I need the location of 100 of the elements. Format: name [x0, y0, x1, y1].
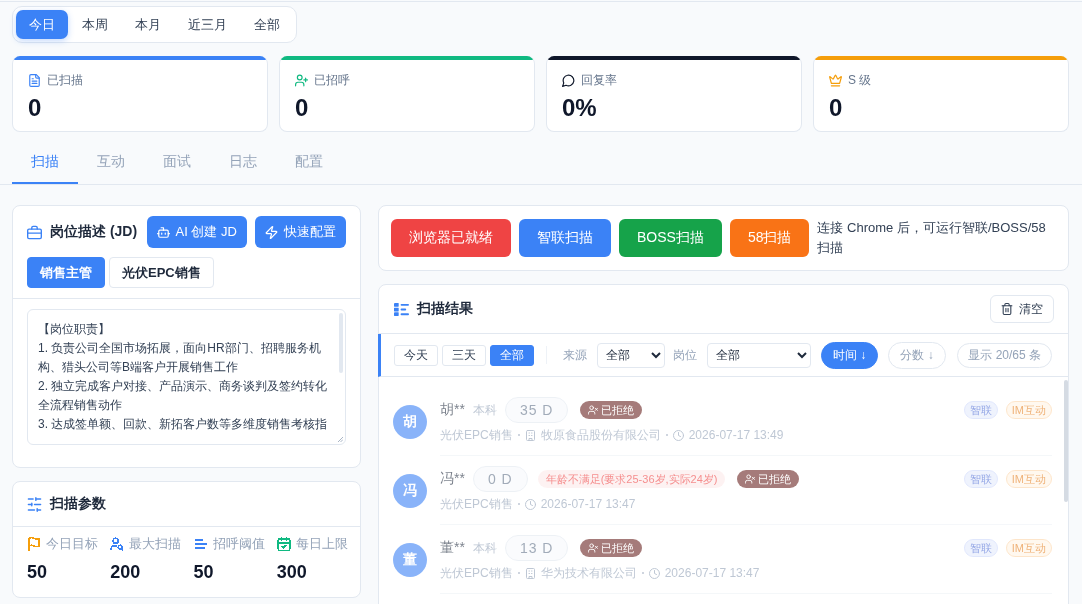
source-tag: 智联 [963, 470, 998, 488]
tab[interactable]: 面试 [144, 146, 210, 184]
education-label: 本科 [472, 539, 497, 557]
clock-icon [648, 567, 660, 579]
range-filter[interactable]: 三天 [442, 344, 486, 366]
quick-config-button[interactable]: 快速配置 [255, 216, 346, 248]
robot-icon [156, 225, 170, 239]
stat-value: 0 [829, 95, 844, 121]
param-value: 200 [110, 561, 142, 583]
period-tab[interactable]: 全部 [241, 10, 293, 39]
source-tag: 智联 [963, 401, 998, 419]
stat-label: S 级 [848, 72, 872, 88]
param-label: 今日目标 [46, 535, 98, 553]
sort-button[interactable]: 分数 ↓ [888, 341, 946, 369]
position-label: 光伏EPC销售 [440, 427, 513, 443]
time-label: 2026-07-17 13:47 [664, 565, 760, 581]
stat-label: 已扫描 [47, 72, 83, 88]
age-warning: 年龄不满足(要求25-36岁,实际24岁) [537, 470, 726, 488]
briefcase-icon [27, 224, 42, 240]
hint-text: 连接 Chrome 后，可运行智联/BOSS/58扫描 [817, 219, 1047, 257]
position-chip[interactable]: 销售主管 [27, 257, 105, 288]
range-filter[interactable]: 全部 [490, 344, 534, 366]
education-label: 本科 [472, 401, 497, 419]
scan-params-title: 扫描参数 [50, 495, 106, 513]
source-label: 来源 [563, 346, 587, 364]
candidate-row[interactable]: 胡 胡** 本科 35 D 已拒绝 智联 IM互动 光伏EPC销售 牧原食品股份有限公司 2026-07-17 13:49 [393, 387, 1052, 456]
status-label: 已拒绝 [601, 540, 635, 556]
range-filter[interactable]: 今天 [394, 344, 438, 366]
stat-value: 0% [562, 95, 598, 121]
document-icon [28, 73, 41, 87]
lightning-icon [265, 225, 278, 239]
resize-handle-icon[interactable] [338, 437, 343, 442]
position-select[interactable]: 全部 [707, 342, 811, 368]
scan-action-button[interactable]: 58扫描 [729, 219, 810, 257]
avatar: 胡 [393, 404, 427, 439]
source-tag: IM互动 [1005, 401, 1052, 419]
building-icon [524, 567, 536, 579]
stat-value: 0 [295, 95, 310, 121]
avatar: 董 [393, 542, 427, 577]
stat-value: 0 [28, 95, 43, 121]
crown-icon [829, 73, 842, 87]
position-filter-label: 岗位 [673, 346, 697, 364]
param-label: 每日上限 [295, 535, 348, 553]
period-tab[interactable]: 本月 [122, 10, 174, 39]
source-select[interactable]: 全部 [597, 342, 665, 368]
source-tag: IM互动 [1005, 539, 1052, 557]
experience-value: 0 D [472, 466, 528, 492]
ai-create-button[interactable]: AI 创建 JD [146, 216, 247, 248]
stat-label: 已招呼 [314, 72, 350, 88]
candidate-name: 胡** [440, 401, 465, 419]
user-x-icon [588, 405, 599, 415]
position-chip[interactable]: 光伏EPC销售 [109, 257, 214, 288]
company-label: 华为技术有限公司 [540, 565, 637, 581]
scan-action-button[interactable]: 浏览器已就绪 [391, 219, 511, 257]
tab[interactable]: 日志 [210, 146, 276, 184]
param-value: 50 [193, 561, 215, 583]
experience-value: 13 D [504, 535, 569, 561]
time-label: 2026-07-17 13:47 [540, 496, 636, 512]
param-label: 招呼阈值 [212, 535, 265, 553]
sort-button[interactable]: 时间 ↓ [821, 341, 879, 369]
position-label: 光伏EPC销售 [440, 496, 513, 512]
period-tab[interactable]: 今日 [16, 10, 68, 39]
clear-button[interactable]: 清空 [990, 295, 1054, 323]
period-tab[interactable]: 本周 [69, 10, 121, 39]
jd-text: 【岗位职责】 1. 负责公司全国市场拓展，面向HR部门、招聘服务机构、猎头公司等B端客户开展销售工作 2. 独立完成客户对接、产品演示、商务谈判及签约转化全流程销售动作 3. 达成签单额、回款、新拓客户数等多维度销售考核指 [38, 321, 329, 433]
candidate-name: 董** [440, 539, 465, 557]
scrollbar-thumb[interactable] [1064, 380, 1068, 502]
trash-icon [1001, 303, 1013, 315]
list-icon [394, 301, 409, 317]
experience-value: 35 D [504, 397, 569, 423]
scan-action-button[interactable]: 智联扫描 [519, 219, 611, 257]
param-value: 50 [27, 561, 49, 583]
scan-results-title: 扫描结果 [417, 300, 473, 318]
period-tab[interactable]: 近三月 [175, 10, 240, 39]
tab[interactable]: 配置 [276, 146, 342, 184]
user-x-icon [745, 474, 756, 484]
company-label: 牧原食品股份有限公司 [540, 427, 661, 443]
jd-textarea[interactable]: 【岗位职责】 1. 负责公司全国市场拓展，面向HR部门、招聘服务机构、猎头公司等B端客户开展销售工作 2. 独立完成客户对接、产品演示、商务谈判及签约转化全流程销售动作 3. 达成签单额、回款、新拓客户数等多维度销售考核指 [27, 309, 346, 445]
scan-action-button[interactable]: BOSS扫描 [619, 219, 722, 257]
tab[interactable]: 扫描 [12, 146, 78, 184]
candidate-row[interactable]: 冯 冯** 0 D 年龄不满足(要求25-36岁,实际24岁) 已拒绝 智联 IM互动 光伏EPC销售 2026-07-17 13:47 [393, 456, 1052, 525]
avatar: 冯 [393, 473, 427, 508]
status-label: 已拒绝 [758, 471, 792, 487]
tab[interactable]: 互动 [78, 146, 144, 184]
sliders-icon [27, 496, 42, 512]
param-value: 300 [276, 561, 308, 583]
position-label: 光伏EPC销售 [440, 565, 513, 581]
user-plus-icon [295, 73, 308, 87]
jd-title: 岗位描述 (JD) [50, 223, 138, 241]
param-label: 最大扫描 [129, 535, 182, 553]
user-x-icon [588, 543, 599, 553]
candidate-row[interactable]: 董 董** 本科 13 D 已拒绝 智联 IM互动 光伏EPC销售 华为技术有限公司 2026-07-17 13:47 [393, 525, 1052, 594]
chat-bubble-icon [562, 73, 575, 87]
building-icon [524, 429, 536, 441]
source-tag: IM互动 [1005, 470, 1052, 488]
status-label: 已拒绝 [601, 402, 635, 418]
stat-label: 回复率 [581, 72, 617, 88]
time-label: 2026-07-17 13:49 [688, 427, 784, 443]
clock-icon [524, 498, 536, 510]
source-tag: 智联 [963, 539, 998, 557]
